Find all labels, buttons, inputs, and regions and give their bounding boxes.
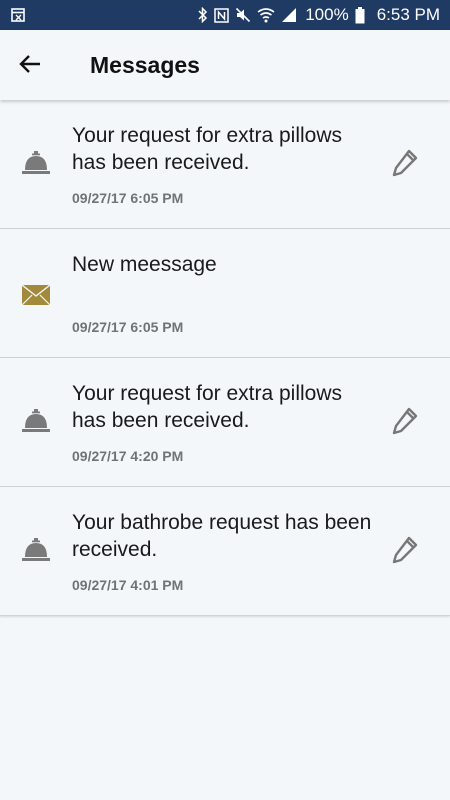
message-text: Your request for extra pillows has been … — [72, 382, 343, 432]
message-item[interactable]: Your bathrobe request has been received.… — [0, 487, 450, 616]
calendar-icon — [10, 6, 28, 24]
signal-icon — [281, 7, 297, 23]
message-item[interactable]: New meessage 09/27/17 6:05 PM — [0, 229, 450, 358]
messages-list: Your request for extra pillows has been … — [0, 100, 450, 616]
pencil-icon[interactable] — [390, 148, 420, 178]
battery-percent: 100% — [305, 5, 349, 24]
back-button[interactable] — [14, 50, 46, 82]
message-text: Your bathrobe request has been received. — [72, 511, 372, 561]
envelope-icon — [20, 281, 52, 309]
message-item[interactable]: Your request for extra pillows has been … — [0, 100, 450, 229]
service-bell-icon — [20, 150, 52, 178]
bluetooth-icon — [198, 7, 208, 23]
pencil-icon[interactable] — [390, 535, 420, 565]
mute-icon — [235, 7, 251, 23]
battery-icon — [355, 6, 365, 24]
message-text: New meessage — [72, 253, 217, 276]
nfc-icon — [214, 7, 229, 23]
message-timestamp: 09/27/17 4:01 PM — [72, 577, 184, 593]
message-timestamp: 09/27/17 6:05 PM — [72, 190, 184, 206]
status-time: 6:53 PM — [376, 5, 440, 24]
status-bar: 100% 6:53 PM — [0, 0, 450, 30]
page-title: Messages — [90, 52, 200, 78]
pencil-icon[interactable] — [390, 406, 420, 436]
message-item[interactable]: Your request for extra pillows has been … — [0, 358, 450, 487]
message-timestamp: 09/27/17 4:20 PM — [72, 448, 184, 464]
service-bell-icon — [20, 408, 52, 436]
arrow-left-icon — [18, 52, 42, 81]
service-bell-icon — [20, 537, 52, 565]
message-timestamp: 09/27/17 6:05 PM — [72, 319, 184, 335]
app-bar: Messages — [0, 30, 450, 100]
wifi-icon — [257, 7, 275, 23]
message-text: Your request for extra pillows has been … — [72, 124, 343, 174]
